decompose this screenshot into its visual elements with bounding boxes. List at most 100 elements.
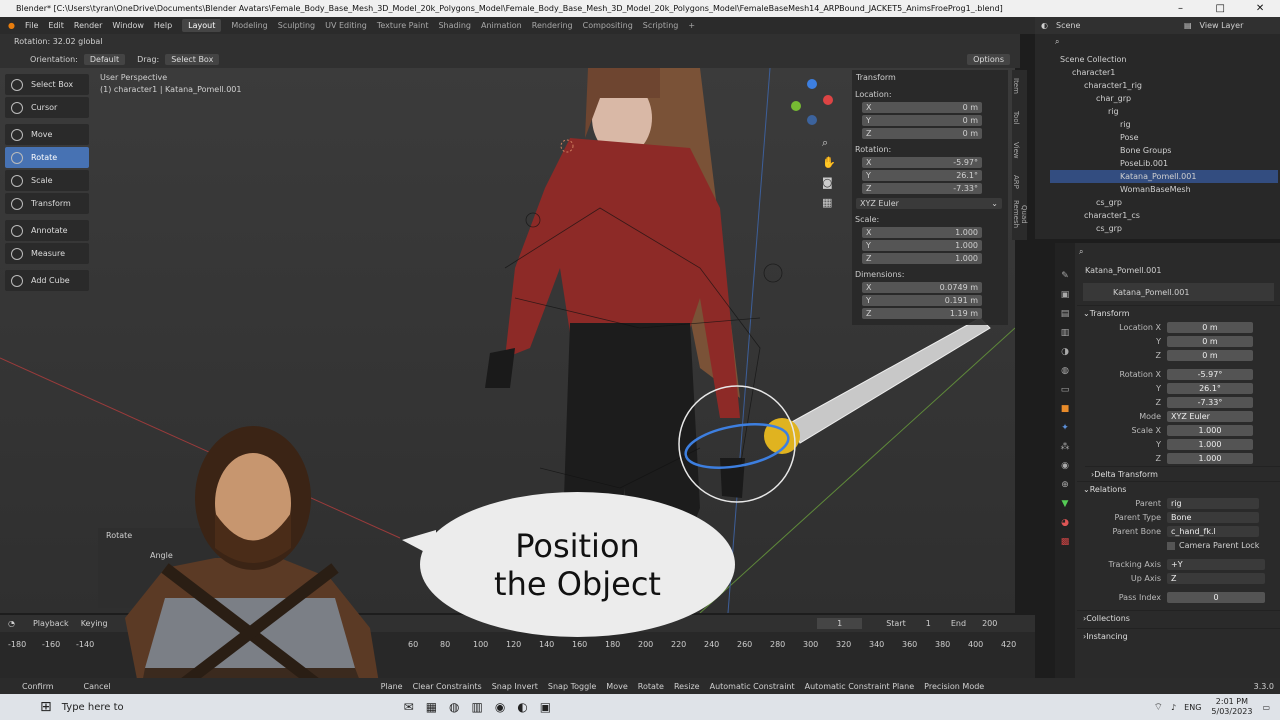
menu-file[interactable]: File <box>25 21 38 30</box>
playback-menu[interactable]: Playback <box>33 619 69 628</box>
scene-tab-icon[interactable]: ◑ <box>1055 343 1075 362</box>
tool-rotate[interactable]: Rotate <box>5 147 89 168</box>
modifier-tab-icon[interactable]: ✦ <box>1055 419 1075 438</box>
tool-measure[interactable]: Measure <box>5 243 89 264</box>
tab-item[interactable]: Item <box>1012 70 1020 102</box>
tab-sculpting[interactable]: Sculpting <box>278 21 315 30</box>
outliner-row[interactable]: cs_grp <box>1050 222 1278 235</box>
tracking-axis-dropdown[interactable]: +Y <box>1167 559 1265 570</box>
windows-start-icon[interactable]: ⊞ <box>40 699 52 715</box>
tool-annotate[interactable]: Annotate <box>5 220 89 241</box>
properties-search[interactable]: ⌕ <box>1055 243 1280 261</box>
outliner-row[interactable]: character1 <box>1050 66 1278 79</box>
close-button[interactable]: ✕ <box>1240 3 1280 14</box>
tab-arp[interactable]: ARP <box>1012 166 1020 198</box>
location-x-field[interactable]: X0 m <box>862 102 982 113</box>
tab-compositing[interactable]: Compositing <box>583 21 633 30</box>
tool-select-box[interactable]: Select Box <box>5 74 89 95</box>
location-field[interactable]: 0 m <box>1167 350 1253 361</box>
outliner-row[interactable]: Pose <box>1050 131 1278 144</box>
tool-tab-icon[interactable]: ✎ <box>1055 267 1075 286</box>
rotation-z-field[interactable]: Z -7.33° <box>862 183 982 194</box>
tab-rendering[interactable]: Rendering <box>532 21 573 30</box>
tab-animation[interactable]: Animation <box>481 21 522 30</box>
outliner-row[interactable]: Katana_Pomell.001 <box>1050 170 1278 183</box>
outliner-row[interactable]: cs_grp <box>1050 196 1278 209</box>
outliner-search[interactable]: ⌕ <box>1055 35 1275 48</box>
tab-texture-paint[interactable]: Texture Paint <box>377 21 429 30</box>
grid-icon[interactable]: ▦ <box>822 193 836 213</box>
menu-render[interactable]: Render <box>74 21 102 30</box>
outliner-row[interactable]: rig <box>1050 118 1278 131</box>
tab-layout[interactable]: Layout <box>182 19 222 32</box>
wifi-icon[interactable]: ⌔ <box>1154 701 1163 714</box>
dimensions-x-field[interactable]: X 0.0749 m <box>862 282 982 293</box>
tab-view[interactable]: View <box>1012 134 1020 166</box>
location-field[interactable]: 0 m <box>1167 336 1253 347</box>
output-tab-icon[interactable]: ▤ <box>1055 305 1075 324</box>
scale-z-field[interactable]: Z 1.000 <box>862 253 982 264</box>
view-layer-name[interactable]: View Layer <box>1200 21 1244 30</box>
scale-x-field[interactable]: X 1.000 <box>862 227 982 238</box>
outliner-row[interactable]: char_grp <box>1050 92 1278 105</box>
parent-field[interactable]: rig <box>1167 498 1259 509</box>
pass-index-field[interactable]: 0 <box>1167 592 1265 603</box>
notification-icon[interactable]: ▭ <box>1262 703 1270 712</box>
menu-edit[interactable]: Edit <box>48 21 64 30</box>
taskbar-search[interactable]: Type here to <box>62 702 124 713</box>
taskbar-app-icons[interactable]: ✉▦◍▥◉◐▣ <box>404 700 563 714</box>
dimensions-y-field[interactable]: Y 0.191 m <box>862 295 982 306</box>
object-datablock[interactable]: Katana_Pomell.001 <box>1083 283 1274 301</box>
tool-transform[interactable]: Transform <box>5 193 89 214</box>
outliner-row[interactable]: PoseLib.001 <box>1050 157 1278 170</box>
camera-icon[interactable]: ◙ <box>822 173 836 193</box>
outliner-row[interactable]: Scene Collection <box>1050 53 1278 66</box>
drag-dropdown[interactable]: Select Box <box>165 53 220 65</box>
tab-modeling[interactable]: Modeling <box>231 21 267 30</box>
menu-window[interactable]: Window <box>112 21 144 30</box>
language-label[interactable]: ENG <box>1184 703 1201 712</box>
camera-parent-lock-checkbox[interactable] <box>1167 541 1175 550</box>
outliner-row[interactable]: WomanBaseMesh <box>1050 183 1278 196</box>
tool-scale[interactable]: Scale <box>5 170 89 191</box>
tab-quad-remesh[interactable]: Quad Remesh <box>1012 198 1028 230</box>
tab-tool[interactable]: Tool <box>1012 102 1020 134</box>
start-field[interactable]: 1 <box>926 619 931 628</box>
menu-help[interactable]: Help <box>154 21 172 30</box>
rotation-field[interactable]: -7.33° <box>1167 397 1253 408</box>
world-tab-icon[interactable]: ◍ <box>1055 362 1075 381</box>
rotation-field[interactable]: 26.1° <box>1167 383 1253 394</box>
outliner-row[interactable]: character1_cs <box>1050 209 1278 222</box>
collection-tab-icon[interactable]: ▭ <box>1055 381 1075 400</box>
scene-name[interactable]: Scene <box>1056 21 1136 30</box>
outliner-row[interactable]: Bone Groups <box>1050 144 1278 157</box>
data-tab-icon[interactable]: ▼ <box>1055 495 1075 514</box>
collections-section[interactable]: › Collections <box>1077 610 1280 625</box>
relations-section[interactable]: ⌄ Relations <box>1077 481 1280 496</box>
rotation-y-field[interactable]: Y 26.1° <box>862 170 982 181</box>
location-z-field[interactable]: Z0 m <box>862 128 982 139</box>
current-frame-field[interactable]: 1 <box>817 618 863 629</box>
rotation-x-field[interactable]: X -5.97° <box>862 157 982 168</box>
up-axis-dropdown[interactable]: Z <box>1167 573 1265 584</box>
clock-date[interactable]: 5/03/2023 <box>1211 707 1252 717</box>
orientation-dropdown[interactable]: Default <box>83 53 126 65</box>
blender-logo-icon[interactable]: ● <box>8 21 15 30</box>
keying-menu[interactable]: Keying <box>81 619 108 628</box>
dimensions-z-field[interactable]: Z 1.19 m <box>862 308 982 319</box>
options-dropdown[interactable]: Options <box>967 53 1010 65</box>
scale-field[interactable]: 1.000 <box>1167 453 1253 464</box>
rotation-mode-dropdown[interactable]: XYZ Euler ⌄ <box>856 198 1002 209</box>
object-tab-icon[interactable]: ■ <box>1055 400 1075 419</box>
transform-section[interactable]: ⌄ Transform <box>1077 305 1280 320</box>
view-layer-tab-icon[interactable]: ▥ <box>1055 324 1075 343</box>
clock-time[interactable]: 2:01 PM <box>1211 697 1252 707</box>
location-y-field[interactable]: Y0 m <box>862 115 982 126</box>
tab-scripting[interactable]: Scripting <box>643 21 679 30</box>
tool-move[interactable]: Move <box>5 124 89 145</box>
rotation-field[interactable]: -5.97° <box>1167 369 1253 380</box>
location-field[interactable]: 0 m <box>1167 322 1253 333</box>
minimize-button[interactable]: – <box>1161 3 1201 14</box>
sound-icon[interactable]: ♪ <box>1171 703 1176 712</box>
parent-type-dropdown[interactable]: Bone <box>1167 512 1259 523</box>
